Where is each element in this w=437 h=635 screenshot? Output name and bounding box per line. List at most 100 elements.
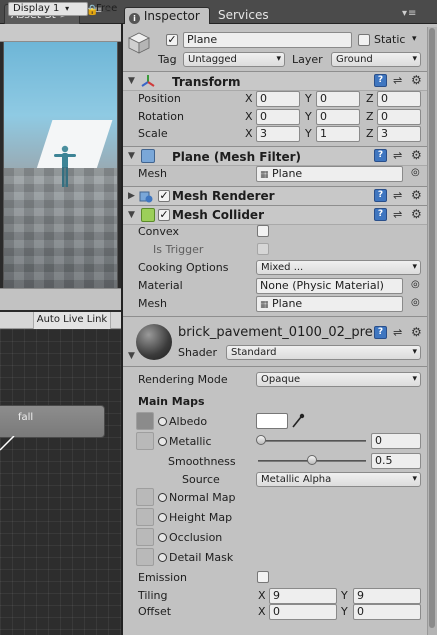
source-dropdown[interactable]: Metallic Alpha ▾	[256, 472, 421, 487]
help-book-icon[interactable]: ?	[374, 326, 387, 339]
target-circle-icon[interactable]: ◎	[411, 166, 420, 180]
inspector-scrollbar-thumb[interactable]	[429, 28, 435, 628]
animator-graph-canvas[interactable]	[0, 329, 121, 635]
gear-icon[interactable]: ⚙	[411, 208, 422, 221]
inspector-menu-icon[interactable]: ▾≡	[402, 8, 417, 19]
position-z-label[interactable]: Z	[366, 92, 374, 106]
object-name-field[interactable]: Plane	[183, 32, 352, 48]
scale-y-label[interactable]: Y	[305, 127, 312, 141]
physic-material-field[interactable]: None (Physic Material)	[256, 278, 403, 294]
active-checkbox[interactable]: ✓	[166, 34, 178, 46]
preset-sliders-icon[interactable]: ⇌	[393, 149, 402, 162]
help-book-icon[interactable]: ?	[374, 208, 387, 221]
game-viewport[interactable]	[3, 42, 118, 288]
albedo-texture-slot[interactable]	[136, 412, 154, 430]
scale-z-field[interactable]: 3	[377, 126, 421, 142]
tab-services[interactable]: Services	[218, 8, 269, 22]
mesh-renderer-enabled-checkbox[interactable]: ✓	[158, 190, 170, 202]
detail-mask-texture-slot[interactable]	[136, 548, 154, 566]
preset-sliders-icon[interactable]: ⇌	[393, 74, 402, 87]
foldout-arrow-icon[interactable]: ▼	[128, 351, 135, 361]
auto-live-link-button[interactable]: Auto Live Link	[33, 312, 111, 329]
target-circle-icon[interactable]: ◎	[411, 278, 420, 292]
target-circle-icon[interactable]	[158, 417, 167, 426]
display-dropdown[interactable]: Display 1 ▾	[8, 2, 88, 16]
target-circle-icon[interactable]: ◎	[411, 296, 420, 310]
rotation-x-field[interactable]: 0	[256, 109, 300, 125]
rotation-y-label[interactable]: Y	[305, 110, 312, 124]
smoothness-slider-knob[interactable]	[307, 455, 317, 465]
mesh-collider-enabled-checkbox[interactable]: ✓	[158, 209, 170, 221]
offset-y-field[interactable]: 0	[353, 604, 421, 620]
gear-icon[interactable]: ⚙	[411, 189, 422, 202]
eyedropper-icon[interactable]	[291, 413, 305, 429]
foldout-arrow-icon[interactable]: ▼	[128, 76, 135, 86]
offset-x-field[interactable]: 0	[269, 604, 337, 620]
lock-icon[interactable]: 🔒 ≡	[86, 5, 113, 16]
preset-sliders-icon[interactable]: ⇌	[393, 208, 402, 221]
metallic-slider-knob[interactable]	[256, 435, 266, 445]
rotation-z-field[interactable]: 0	[377, 109, 421, 125]
position-x-label[interactable]: X	[245, 92, 253, 106]
normal-map-texture-slot[interactable]	[136, 488, 154, 506]
foldout-arrow-icon[interactable]: ▶	[128, 191, 135, 201]
emission-checkbox[interactable]	[257, 571, 269, 583]
help-book-icon[interactable]: ?	[374, 74, 387, 87]
rendering-mode-dropdown[interactable]: Opaque ▾	[256, 372, 421, 387]
metallic-slider-track[interactable]	[258, 440, 366, 442]
foldout-arrow-icon[interactable]: ▼	[128, 210, 135, 220]
shader-dropdown[interactable]: Standard ▾	[226, 345, 421, 360]
target-circle-icon[interactable]	[158, 553, 167, 562]
offset-x-label[interactable]: X	[258, 605, 266, 619]
scale-x-label[interactable]: X	[245, 127, 253, 141]
foldout-arrow-icon[interactable]: ▼	[128, 151, 135, 161]
height-map-texture-slot[interactable]	[136, 508, 154, 526]
preset-sliders-icon[interactable]: ⇌	[393, 189, 402, 202]
metallic-texture-slot[interactable]	[136, 432, 154, 450]
metallic-value-field[interactable]: 0	[371, 433, 421, 449]
tag-dropdown[interactable]: Untagged ▾	[183, 52, 285, 67]
tab-inspector[interactable]: i Inspector	[124, 7, 210, 25]
animator-state-node[interactable]: fall	[0, 405, 105, 438]
gear-icon[interactable]: ⚙	[411, 74, 422, 87]
tiling-y-label[interactable]: Y	[341, 589, 348, 603]
scale-label: Scale	[138, 127, 168, 140]
rotation-z-label[interactable]: Z	[366, 110, 374, 124]
transform-axes-icon	[141, 75, 155, 87]
rendering-mode-value: Opaque	[261, 374, 301, 385]
static-dropdown-icon[interactable]: ▾	[412, 32, 417, 46]
collider-mesh-field[interactable]: ▦ Plane	[256, 296, 403, 312]
albedo-color-swatch[interactable]	[256, 413, 288, 429]
preset-sliders-icon[interactable]: ⇌	[393, 326, 402, 339]
gear-icon[interactable]: ⚙	[411, 326, 422, 339]
help-book-icon[interactable]: ?	[374, 189, 387, 202]
tiling-x-label[interactable]: X	[258, 589, 266, 603]
position-y-field[interactable]: 0	[316, 91, 360, 107]
position-x-field[interactable]: 0	[256, 91, 300, 107]
offset-y-label[interactable]: Y	[341, 605, 348, 619]
rotation-x-label[interactable]: X	[245, 110, 253, 124]
scale-x-field[interactable]: 3	[256, 126, 300, 142]
convex-checkbox[interactable]	[257, 225, 269, 237]
mesh-filter-mesh-field[interactable]: ▦ Plane	[256, 166, 403, 182]
position-z-field[interactable]: 0	[377, 91, 421, 107]
gear-icon[interactable]: ⚙	[411, 149, 422, 162]
target-circle-icon[interactable]	[158, 437, 167, 446]
smoothness-value-field[interactable]: 0.5	[371, 453, 421, 469]
metallic-label: Metallic	[169, 435, 212, 448]
rotation-y-field[interactable]: 0	[316, 109, 360, 125]
target-circle-icon[interactable]	[158, 493, 167, 502]
target-circle-icon[interactable]	[158, 513, 167, 522]
help-book-icon[interactable]: ?	[374, 149, 387, 162]
cooking-options-dropdown[interactable]: Mixed ... ▾	[256, 260, 421, 275]
source-value: Metallic Alpha	[261, 474, 332, 485]
scale-z-label[interactable]: Z	[366, 127, 374, 141]
scale-y-field[interactable]: 1	[316, 126, 360, 142]
occlusion-texture-slot[interactable]	[136, 528, 154, 546]
target-circle-icon[interactable]	[158, 533, 167, 542]
static-checkbox[interactable]	[358, 34, 370, 46]
layer-dropdown[interactable]: Ground ▾	[331, 52, 421, 67]
position-y-label[interactable]: Y	[305, 92, 312, 106]
tiling-x-field[interactable]: 9	[269, 588, 337, 604]
tiling-y-field[interactable]: 9	[353, 588, 421, 604]
